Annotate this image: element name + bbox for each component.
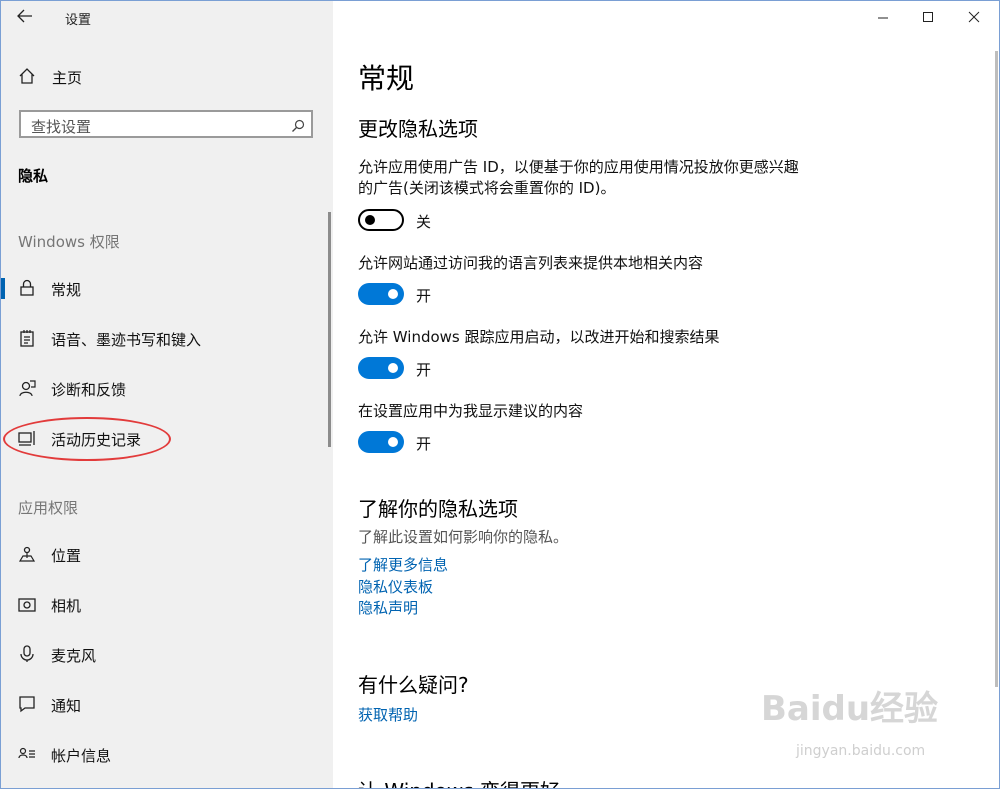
section-header-apps: 应用权限 bbox=[18, 499, 79, 517]
setting-description: 允许应用使用广告 ID，以便基于你的应用使用情况投放你更感兴趣 的广告(关闭该模… bbox=[358, 157, 828, 199]
toggle-knob bbox=[388, 363, 398, 373]
description-line: 的广告(关闭该模式将会重置你的 ID)。 bbox=[358, 179, 616, 197]
notebook-icon bbox=[18, 329, 38, 349]
language-list-toggle[interactable] bbox=[358, 283, 404, 305]
sidebar-item-microphone[interactable]: 麦克风 bbox=[1, 635, 333, 675]
back-arrow-icon bbox=[17, 9, 32, 23]
privacy-dashboard-link[interactable]: 隐私仪表板 bbox=[358, 576, 433, 597]
back-button[interactable] bbox=[17, 8, 39, 28]
search-icon bbox=[291, 118, 305, 132]
setting-description: 允许网站通过访问我的语言列表来提供本地相关内容 bbox=[358, 254, 704, 272]
sidebar-item-label: 语音、墨迹书写和键入 bbox=[51, 331, 202, 349]
watermark-site: jingyan.baidu.com bbox=[796, 743, 926, 759]
settings-window: 设置 主页 查找设置 隐私 Windows 权限 常规 语音、墨迹书写和键入 诊… bbox=[0, 0, 1000, 789]
get-help-link[interactable]: 获取帮助 bbox=[358, 704, 418, 725]
lock-icon bbox=[18, 279, 38, 299]
toggle-state: 开 bbox=[416, 361, 432, 379]
maximize-icon bbox=[923, 12, 933, 22]
learn-more-link[interactable]: 了解更多信息 bbox=[358, 554, 448, 575]
setting-description: 在设置应用中为我显示建议的内容 bbox=[358, 402, 584, 420]
sidebar-item-label: 常规 bbox=[51, 281, 82, 299]
toggle-state: 开 bbox=[416, 287, 432, 305]
app-title: 设置 bbox=[65, 13, 92, 28]
sidebar-item-label: 相机 bbox=[51, 597, 82, 615]
sidebar-item-account-info[interactable]: 帐户信息 bbox=[1, 735, 333, 775]
main-scrollbar[interactable] bbox=[995, 51, 998, 687]
sidebar-item-label: 麦克风 bbox=[51, 647, 97, 665]
search-placeholder: 查找设置 bbox=[31, 118, 92, 136]
sidebar-item-label: 诊断和反馈 bbox=[51, 381, 127, 399]
main-content: 常规 更改隐私选项 允许应用使用广告 ID，以便基于你的应用使用情况投放你更感兴… bbox=[333, 1, 999, 788]
annotation-ellipse bbox=[3, 417, 171, 461]
advertising-id-toggle[interactable] bbox=[358, 209, 404, 231]
close-icon bbox=[968, 11, 980, 23]
home-icon bbox=[18, 67, 38, 87]
sidebar-item-speech[interactable]: 语音、墨迹书写和键入 bbox=[1, 319, 333, 359]
close-button[interactable] bbox=[961, 7, 987, 29]
current-category: 隐私 bbox=[18, 167, 49, 185]
section-header-windows: Windows 权限 bbox=[18, 233, 120, 251]
sidebar-scrollbar[interactable] bbox=[328, 212, 331, 447]
sidebar-item-diagnostics[interactable]: 诊断和反馈 bbox=[1, 369, 333, 409]
toggle-knob bbox=[388, 437, 398, 447]
search-input[interactable]: 查找设置 bbox=[19, 110, 313, 138]
minimize-icon bbox=[878, 17, 888, 19]
location-icon bbox=[18, 545, 38, 565]
learn-section-title: 了解你的隐私选项 bbox=[358, 497, 518, 521]
minimize-button[interactable] bbox=[870, 7, 896, 29]
watermark-logo: Baidu经验 bbox=[761, 689, 939, 729]
app-launch-tracking-toggle[interactable] bbox=[358, 357, 404, 379]
sidebar-item-general[interactable]: 常规 bbox=[1, 269, 333, 309]
sidebar-item-home[interactable]: 主页 bbox=[1, 57, 333, 97]
suggested-content-toggle[interactable] bbox=[358, 431, 404, 453]
camera-icon bbox=[18, 595, 38, 615]
question-section-title: 有什么疑问? bbox=[358, 673, 469, 697]
microphone-icon bbox=[18, 645, 38, 665]
section-title: 更改隐私选项 bbox=[358, 117, 478, 141]
sidebar: 设置 主页 查找设置 隐私 Windows 权限 常规 语音、墨迹书写和键入 诊… bbox=[1, 1, 333, 788]
sidebar-item-notifications[interactable]: 通知 bbox=[1, 685, 333, 725]
toggle-knob bbox=[388, 289, 398, 299]
toggle-knob bbox=[365, 215, 375, 225]
account-info-icon bbox=[18, 745, 38, 765]
notification-icon bbox=[18, 695, 38, 715]
sidebar-item-label: 通知 bbox=[51, 697, 82, 715]
toggle-state: 关 bbox=[416, 213, 432, 231]
setting-description: 允许 Windows 跟踪应用启动，以改进开始和搜索结果 bbox=[358, 328, 720, 346]
sidebar-item-label: 主页 bbox=[52, 69, 83, 87]
sidebar-item-camera[interactable]: 相机 bbox=[1, 585, 333, 625]
toggle-state: 开 bbox=[416, 435, 432, 453]
sidebar-item-label: 帐户信息 bbox=[51, 747, 112, 765]
sidebar-item-label: 位置 bbox=[51, 547, 82, 565]
page-title: 常规 bbox=[358, 62, 415, 95]
feedback-section-title: 让 Windows 变得更好 bbox=[358, 775, 560, 788]
sidebar-item-location[interactable]: 位置 bbox=[1, 535, 333, 575]
privacy-statement-link[interactable]: 隐私声明 bbox=[358, 597, 418, 618]
description-line: 允许应用使用广告 ID，以便基于你的应用使用情况投放你更感兴趣 bbox=[358, 158, 799, 176]
feedback-icon bbox=[18, 379, 38, 399]
maximize-button[interactable] bbox=[915, 7, 941, 29]
learn-description: 了解此设置如何影响你的隐私。 bbox=[358, 528, 569, 546]
